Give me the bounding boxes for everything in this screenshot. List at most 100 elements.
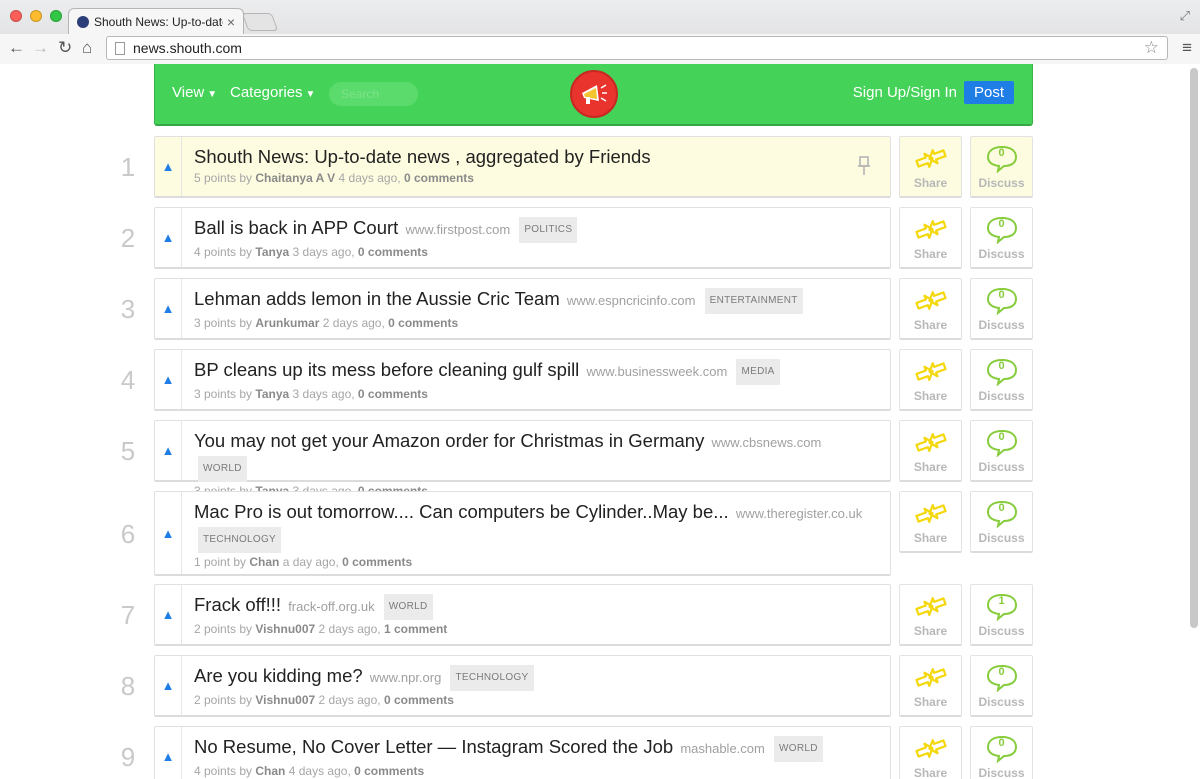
story-author[interactable]: Tanya — [255, 245, 289, 259]
share-button[interactable]: Share — [899, 207, 962, 269]
story-category-tag[interactable]: MEDIA — [736, 359, 780, 385]
discuss-button[interactable]: 0 Discuss — [970, 207, 1033, 269]
story-comments-link[interactable]: 0 comments — [404, 171, 474, 185]
story-domain[interactable]: www.npr.org — [370, 670, 442, 685]
share-button[interactable]: Share — [899, 491, 962, 553]
story-title-link[interactable]: Frack off!!! — [194, 594, 281, 615]
browser-tab[interactable]: Shouth News: Up-to-date × — [68, 8, 244, 34]
story-author[interactable]: Chaitanya A V — [255, 171, 335, 185]
tab-close-icon[interactable]: × — [227, 14, 235, 30]
story-age: 4 days ago, — [338, 171, 401, 185]
story-title-link[interactable]: No Resume, No Cover Letter — Instagram S… — [194, 736, 673, 757]
upvote-arrow-icon[interactable]: ▲ — [155, 656, 182, 715]
upvote-arrow-icon[interactable]: ▲ — [155, 585, 182, 644]
story-comments-link[interactable]: 0 comments — [384, 693, 454, 707]
view-menu[interactable]: View ▼ — [172, 84, 217, 101]
story-title-link[interactable]: Mac Pro is out tomorrow.... Can computer… — [194, 501, 729, 522]
bookmark-star-icon[interactable]: ☆ — [1144, 38, 1159, 58]
categories-label: Categories — [230, 84, 303, 101]
discuss-button[interactable]: 0 Discuss — [970, 420, 1033, 482]
share-label: Share — [913, 389, 948, 403]
discuss-button[interactable]: 0 Discuss — [970, 491, 1033, 553]
story-comments-link[interactable]: 0 comments — [342, 555, 412, 569]
story-comments-link[interactable]: 0 comments — [358, 245, 428, 259]
signin-link[interactable]: Sign Up/Sign In — [853, 84, 957, 101]
story-domain[interactable]: www.espncricinfo.com — [567, 293, 696, 308]
reload-icon[interactable]: ↻ — [58, 38, 72, 58]
story-content: Are you kidding me? www.npr.org TECHNOLO… — [194, 664, 878, 708]
address-bar[interactable]: news.shouth.com ☆ — [106, 36, 1168, 60]
story-domain[interactable]: www.businessweek.com — [586, 364, 727, 379]
story-comments-link[interactable]: 0 comments — [358, 387, 428, 401]
share-button[interactable]: Share — [899, 584, 962, 646]
upvote-arrow-icon[interactable]: ▲ — [155, 727, 182, 779]
home-icon[interactable]: ⌂ — [82, 38, 92, 58]
story-title-line: You may not get your Amazon order for Ch… — [194, 429, 878, 482]
discuss-button[interactable]: 0 Discuss — [970, 136, 1033, 198]
story-title-link[interactable]: Are you kidding me? — [194, 665, 363, 686]
pin-icon[interactable] — [856, 155, 872, 177]
page-scrollbar[interactable] — [1190, 68, 1198, 628]
discuss-button[interactable]: 0 Discuss — [970, 349, 1033, 411]
story-category-tag[interactable]: TECHNOLOGY — [198, 527, 282, 553]
story-title-link[interactable]: BP cleans up its mess before cleaning gu… — [194, 359, 579, 380]
share-button[interactable]: Share — [899, 655, 962, 717]
story-category-tag[interactable]: TECHNOLOGY — [450, 665, 534, 691]
forward-icon[interactable]: → — [32, 38, 49, 58]
story-title-line: BP cleans up its mess before cleaning gu… — [194, 358, 878, 385]
story-domain[interactable]: mashable.com — [680, 741, 765, 756]
discuss-button[interactable]: 0 Discuss — [970, 726, 1033, 779]
share-button[interactable]: Share — [899, 136, 962, 198]
story-category-tag[interactable]: WORLD — [383, 594, 433, 620]
upvote-arrow-icon[interactable]: ▲ — [155, 137, 182, 196]
discuss-button[interactable]: 0 Discuss — [970, 655, 1033, 717]
discuss-button[interactable]: 1 Discuss — [970, 584, 1033, 646]
fullscreen-icon[interactable]: ⤢ — [1180, 8, 1190, 24]
upvote-arrow-icon[interactable]: ▲ — [155, 279, 182, 338]
new-tab-button[interactable] — [241, 13, 279, 31]
story-title-link[interactable]: Lehman adds lemon in the Aussie Cric Tea… — [194, 288, 560, 309]
story-category-tag[interactable]: WORLD — [198, 456, 247, 482]
site-header: View ▼ Categories ▼ Search Sign Up/Sign In… — [154, 64, 1033, 126]
share-button[interactable]: Share — [899, 726, 962, 779]
upvote-arrow-icon[interactable]: ▲ — [155, 492, 182, 574]
story-category-tag[interactable]: ENTERTAINMENT — [704, 288, 803, 314]
story-domain[interactable]: www.cbsnews.com — [712, 435, 822, 450]
upvote-arrow-icon[interactable]: ▲ — [155, 421, 182, 480]
story-comments-link[interactable]: 1 comment — [384, 622, 447, 636]
story-category-tag[interactable]: WORLD — [774, 736, 823, 762]
story-comments-link[interactable]: 0 comments — [354, 764, 424, 778]
share-button[interactable]: Share — [899, 420, 962, 482]
categories-menu[interactable]: Categories ▼ — [230, 84, 315, 101]
story-domain[interactable]: www.theregister.co.uk — [736, 506, 862, 521]
story-author[interactable]: Arunkumar — [255, 316, 319, 330]
story-author[interactable]: Tanya — [255, 387, 289, 401]
url-text[interactable]: news.shouth.com — [133, 40, 242, 56]
maximize-window-button[interactable] — [50, 10, 62, 22]
post-button[interactable]: Post — [963, 81, 1014, 104]
story-title-link[interactable]: You may not get your Amazon order for Ch… — [194, 430, 704, 451]
story-title-link[interactable]: Ball is back in APP Court — [194, 217, 398, 238]
story-comments-link[interactable]: 0 comments — [388, 316, 458, 330]
menu-icon[interactable]: ≡ — [1182, 38, 1192, 58]
megaphone-logo-icon[interactable] — [570, 70, 618, 118]
story-author[interactable]: Vishnu007 — [255, 693, 315, 707]
discuss-button[interactable]: 0 Discuss — [970, 278, 1033, 340]
story-author[interactable]: Vishnu007 — [255, 622, 315, 636]
share-button[interactable]: Share — [899, 278, 962, 340]
back-icon[interactable]: ← — [8, 38, 25, 58]
upvote-arrow-icon[interactable]: ▲ — [155, 208, 182, 267]
story-author[interactable]: Chan — [249, 555, 279, 569]
story-category-tag[interactable]: POLITICS — [519, 217, 578, 243]
upvote-arrow-icon[interactable]: ▲ — [155, 350, 182, 409]
story-domain[interactable]: frack-off.org.uk — [288, 599, 374, 614]
close-window-button[interactable] — [10, 10, 22, 22]
story-card: ▲ Shouth News: Up-to-date news , aggrega… — [154, 136, 891, 198]
tab-title: Shouth News: Up-to-date — [94, 14, 223, 29]
minimize-window-button[interactable] — [30, 10, 42, 22]
story-domain[interactable]: www.firstpost.com — [405, 222, 510, 237]
story-author[interactable]: Chan — [255, 764, 285, 778]
story-title-link[interactable]: Shouth News: Up-to-date news , aggregate… — [194, 146, 651, 167]
search-input[interactable]: Search — [329, 82, 418, 106]
share-button[interactable]: Share — [899, 349, 962, 411]
